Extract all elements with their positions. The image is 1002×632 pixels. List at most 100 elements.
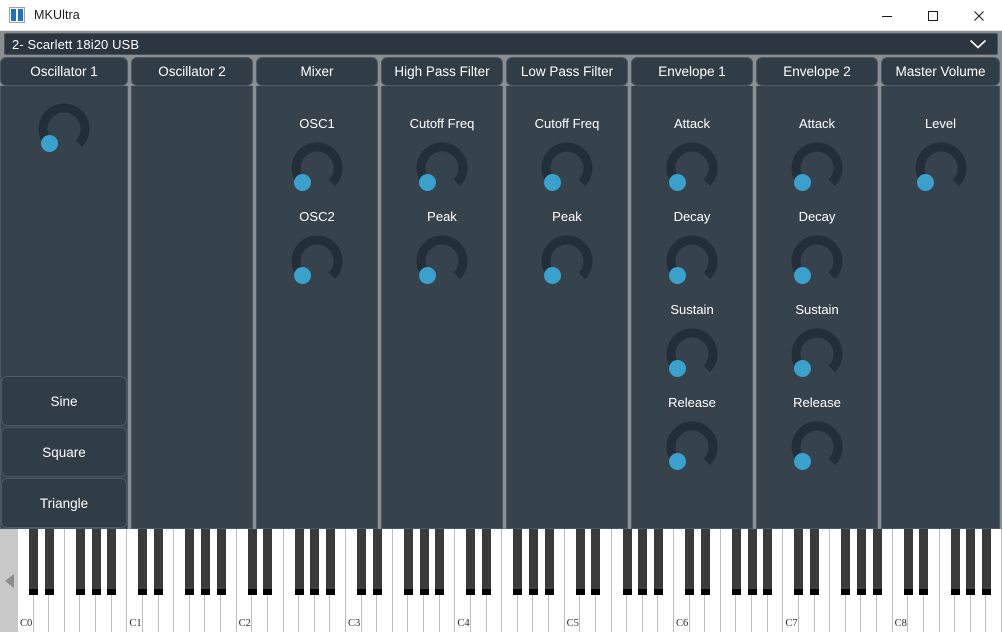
black-key[interactable] xyxy=(357,529,367,595)
tab-high-pass-filter[interactable]: High Pass Filter xyxy=(381,57,503,86)
black-key[interactable] xyxy=(575,529,585,595)
black-key[interactable] xyxy=(513,529,523,595)
knob-indicator xyxy=(418,267,436,285)
knob-dial[interactable] xyxy=(36,102,92,158)
black-key[interactable] xyxy=(263,529,273,595)
knob-dial[interactable] xyxy=(414,141,470,197)
black-key[interactable] xyxy=(247,529,257,595)
knob-label: Cutoff Freq xyxy=(534,116,600,131)
black-key[interactable] xyxy=(544,529,554,595)
black-key[interactable] xyxy=(700,529,710,595)
triangle-left-icon xyxy=(4,573,14,588)
black-key[interactable] xyxy=(419,529,429,595)
black-key[interactable] xyxy=(372,529,382,595)
audio-device-selector[interactable]: 2- Scarlett 18i20 USB xyxy=(4,33,998,55)
close-button[interactable] xyxy=(956,0,1002,31)
tab-envelope-1[interactable]: Envelope 1 xyxy=(631,57,753,86)
panel-body: Level xyxy=(881,86,1000,529)
black-key[interactable] xyxy=(841,529,851,595)
control-decay: Decay xyxy=(789,210,845,290)
black-key[interactable] xyxy=(44,529,54,595)
knob-dial[interactable] xyxy=(664,141,720,197)
panel-body: Sine Square Triangle xyxy=(0,86,128,529)
black-key[interactable] xyxy=(856,529,866,595)
knob-dial[interactable] xyxy=(289,141,345,197)
knob-dial[interactable] xyxy=(789,327,845,383)
keyboard-scroll-left[interactable] xyxy=(0,529,18,632)
black-key[interactable] xyxy=(528,529,538,595)
waveform-button-sine[interactable]: Sine xyxy=(1,376,127,426)
panel-high-pass-filter: High Pass Filter Cutoff Freq Peak xyxy=(381,57,503,529)
black-key[interactable] xyxy=(185,529,195,595)
tab-low-pass-filter[interactable]: Low Pass Filter xyxy=(506,57,628,86)
black-key[interactable] xyxy=(591,529,601,595)
control-cutoff-freq: Cutoff Freq xyxy=(534,116,600,197)
black-key[interactable] xyxy=(622,529,632,595)
black-key[interactable] xyxy=(216,529,226,595)
knob-dial[interactable] xyxy=(789,141,845,197)
black-key[interactable] xyxy=(107,529,117,595)
black-key[interactable] xyxy=(903,529,913,595)
knob-dial[interactable] xyxy=(414,234,470,290)
knob-dial[interactable] xyxy=(913,141,969,197)
black-key[interactable] xyxy=(466,529,476,595)
knob-indicator xyxy=(668,267,686,285)
black-key[interactable] xyxy=(29,529,39,595)
knob-dial[interactable] xyxy=(539,141,595,197)
knob-dial[interactable] xyxy=(789,234,845,290)
piano-keys[interactable]: C0 C1 C2 C3 C4 C5 C6 C7 C8 xyxy=(18,529,1002,632)
panel-body: Cutoff Freq Peak xyxy=(506,86,628,529)
chevron-down-icon xyxy=(969,39,987,50)
knob-dial[interactable] xyxy=(664,420,720,476)
black-key[interactable] xyxy=(325,529,335,595)
black-key[interactable] xyxy=(981,529,991,595)
black-key[interactable] xyxy=(919,529,929,595)
knob-dial[interactable] xyxy=(664,234,720,290)
knob-dial[interactable] xyxy=(289,234,345,290)
black-key[interactable] xyxy=(310,529,320,595)
knob-dial[interactable] xyxy=(789,420,845,476)
tab-oscillator-2[interactable]: Oscillator 2 xyxy=(131,57,253,86)
black-key[interactable] xyxy=(638,529,648,595)
black-key[interactable] xyxy=(747,529,757,595)
black-key[interactable] xyxy=(403,529,413,595)
waveform-button-triangle[interactable]: Triangle xyxy=(1,478,127,528)
waveform-button-square[interactable]: Square xyxy=(1,427,127,477)
knob-indicator xyxy=(793,267,811,285)
black-key[interactable] xyxy=(950,529,960,595)
tab-mixer[interactable]: Mixer xyxy=(256,57,378,86)
minimize-icon xyxy=(882,15,892,17)
black-key[interactable] xyxy=(75,529,85,595)
black-key[interactable] xyxy=(810,529,820,595)
black-key[interactable] xyxy=(794,529,804,595)
black-key[interactable] xyxy=(966,529,976,595)
tab-envelope-2[interactable]: Envelope 2 xyxy=(756,57,878,86)
control-osc1: OSC1 xyxy=(289,117,345,197)
knob-indicator xyxy=(418,174,436,192)
black-key[interactable] xyxy=(482,529,492,595)
minimize-button[interactable] xyxy=(864,0,910,31)
knob-dial[interactable] xyxy=(539,234,595,290)
black-key[interactable] xyxy=(138,529,148,595)
control-decay: Decay xyxy=(664,210,720,290)
black-key[interactable] xyxy=(294,529,304,595)
black-key[interactable] xyxy=(154,529,164,595)
close-icon xyxy=(974,10,984,21)
control-attack: Attack xyxy=(664,117,720,197)
black-key[interactable] xyxy=(872,529,882,595)
knob-label: Attack xyxy=(673,116,711,131)
black-key[interactable] xyxy=(731,529,741,595)
black-key[interactable] xyxy=(435,529,445,595)
piano-keyboard[interactable]: C0 C1 C2 C3 C4 C5 C6 C7 C8 xyxy=(0,529,1002,632)
black-key[interactable] xyxy=(763,529,773,595)
black-key[interactable] xyxy=(91,529,101,595)
control-release: Release xyxy=(664,396,720,476)
black-key[interactable] xyxy=(653,529,663,595)
tab-oscillator-1[interactable]: Oscillator 1 xyxy=(0,57,128,86)
tab-master-volume[interactable]: Master Volume xyxy=(881,57,1000,86)
black-key[interactable] xyxy=(685,529,695,595)
black-key[interactable] xyxy=(200,529,210,595)
knob-dial[interactable] xyxy=(664,327,720,383)
maximize-button[interactable] xyxy=(910,0,956,31)
knob-indicator xyxy=(793,360,811,378)
